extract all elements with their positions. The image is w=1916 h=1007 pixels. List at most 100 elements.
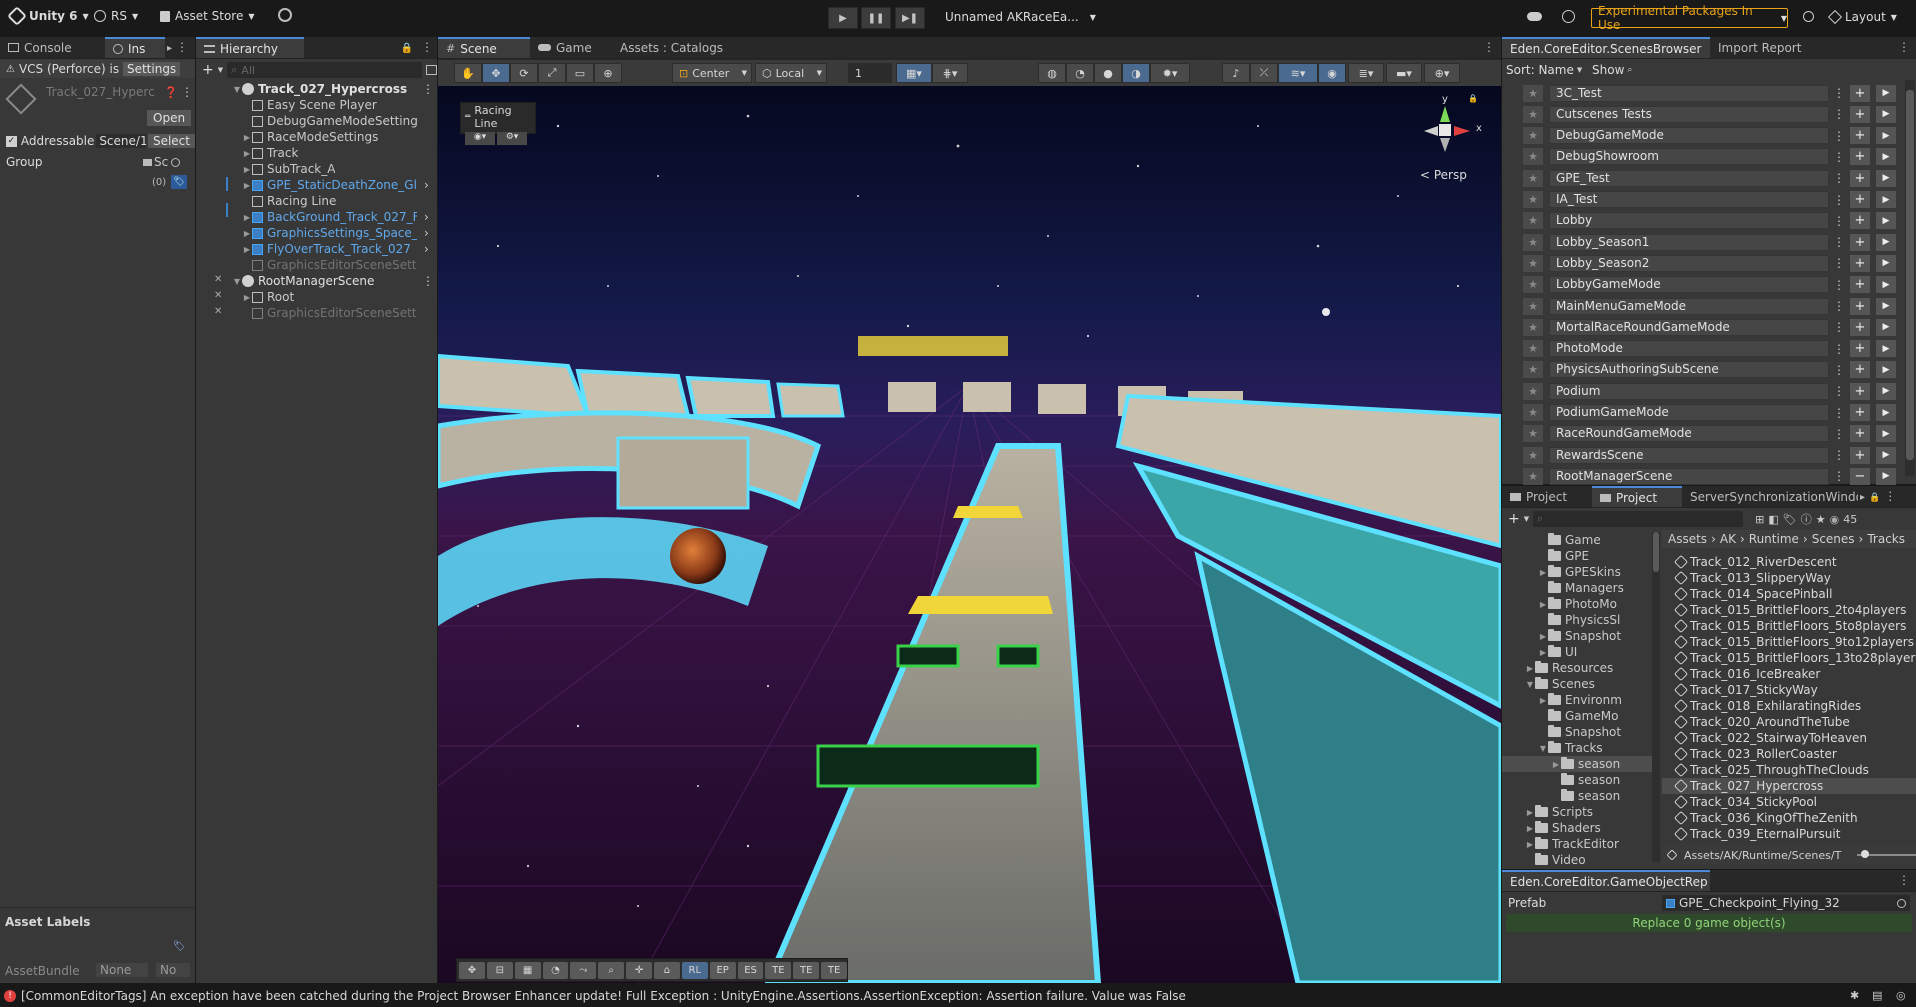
scrollbar-thumb[interactable]: [1906, 90, 1914, 460]
kebab-menu-icon[interactable]: ⋮: [1833, 107, 1845, 121]
addressable-checkbox[interactable]: ✓: [6, 135, 17, 147]
kebab-menu-icon[interactable]: ⋮: [1882, 489, 1898, 507]
warning-filter-icon[interactable]: ⓘ: [1801, 511, 1812, 527]
kebab-menu-icon[interactable]: ⋮: [1833, 129, 1845, 143]
scene-open-button[interactable]: MainMenuGameMode: [1549, 297, 1829, 315]
scene-dropdown[interactable]: Unnamed AKRaceEa... ▼: [945, 10, 1096, 24]
folder-tree-item[interactable]: Managers: [1502, 580, 1654, 596]
asset-list-item[interactable]: Track_022_StairwayToHeaven: [1662, 730, 1916, 746]
hierarchy-search-input[interactable]: ⌕ All: [227, 62, 423, 78]
tab-console[interactable]: Console: [0, 37, 105, 58]
add-scene-icon[interactable]: +: [1850, 254, 1870, 272]
asset-list-item[interactable]: Track_015_BrittleFloors_5to8players: [1662, 618, 1916, 634]
expand-arrow-icon[interactable]: ▶: [1538, 632, 1548, 641]
breadcrumb-item[interactable]: AK: [1720, 532, 1736, 546]
scale-tool[interactable]: ⤢: [538, 63, 566, 83]
folder-tree-item[interactable]: ▶ Snapshot: [1502, 628, 1654, 644]
settings-button[interactable]: Settings: [122, 62, 181, 76]
hierarchy-item[interactable]: ▶ BackGround_Track_027_F ›: [196, 209, 437, 225]
group-field[interactable]: Sc: [143, 154, 181, 170]
hierarchy-item[interactable]: ▶ Track: [196, 145, 437, 161]
play-scene-icon[interactable]: ▶: [1876, 382, 1896, 400]
favorite-star-icon[interactable]: ★: [1523, 105, 1543, 123]
tab-scenes-browser[interactable]: Eden.CoreEditor.ScenesBrowser: [1502, 37, 1710, 58]
scene-open-button[interactable]: PhotoMode: [1549, 340, 1829, 358]
add-scene-icon[interactable]: +: [1850, 148, 1870, 166]
play-scene-icon[interactable]: ▶: [1876, 340, 1896, 358]
expand-arrow-icon[interactable]: ▶: [242, 293, 252, 302]
scene-visibility-icon[interactable]: ✕: [214, 290, 222, 301]
expand-arrow-icon[interactable]: ▶: [242, 149, 252, 158]
folder-tree-item[interactable]: season: [1502, 788, 1654, 804]
expand-arrow-icon[interactable]: ▶: [242, 213, 252, 222]
render-mode-dropdown[interactable]: ✹▾: [1150, 63, 1190, 83]
favorite-star-icon[interactable]: ★: [1523, 297, 1543, 315]
expand-arrow-icon[interactable]: ▶: [1551, 760, 1561, 769]
lighting-toggle[interactable]: ◑: [1122, 63, 1150, 83]
zoom-slider[interactable]: [1856, 850, 1916, 858]
hierarchy-item[interactable]: GraphicsEditorSceneSettin: [196, 257, 437, 273]
scene-open-button[interactable]: DebugShowroom: [1549, 148, 1829, 166]
play-scene-icon[interactable]: ▶: [1876, 127, 1896, 145]
hand-tool[interactable]: ✋: [454, 63, 482, 83]
scene-open-button[interactable]: Lobby_Season1: [1549, 233, 1829, 251]
scene-open-button[interactable]: RewardsScene: [1549, 446, 1829, 464]
scene-open-button[interactable]: LobbyGameMode: [1549, 276, 1829, 294]
hierarchy-item[interactable]: Racing Line: [196, 193, 437, 209]
es-button[interactable]: ES: [737, 961, 764, 979]
kebab-menu-icon[interactable]: ⋮: [1833, 363, 1845, 377]
play-scene-icon[interactable]: ▶: [1876, 297, 1896, 315]
axis-y-cone[interactable]: [1440, 106, 1450, 122]
network-icon[interactable]: ▤: [1872, 989, 1882, 1002]
add-scene-icon[interactable]: +: [1850, 361, 1870, 379]
play-scene-icon[interactable]: ▶: [1876, 169, 1896, 187]
kebab-menu-icon[interactable]: ⋮: [417, 40, 437, 58]
asset-list-item[interactable]: Track_017_StickyWay: [1662, 682, 1916, 698]
more-icon[interactable]: ⋮: [181, 85, 193, 99]
grid-icon[interactable]: ▦: [514, 961, 541, 979]
tag-icon[interactable]: 🏷: [171, 175, 187, 189]
kebab-menu-icon[interactable]: ⋮: [1833, 214, 1845, 228]
add-scene-icon[interactable]: +: [1850, 276, 1870, 294]
favorite-star-icon[interactable]: ★: [1523, 191, 1543, 208]
play-scene-icon[interactable]: ▶: [1876, 148, 1896, 166]
perspective-label[interactable]: < Persp: [1420, 168, 1467, 182]
add-icon[interactable]: +: [1508, 511, 1520, 527]
kebab-menu-icon[interactable]: ⋮: [1833, 299, 1845, 313]
tab-catalogs[interactable]: Assets : Catalogs: [612, 37, 732, 58]
tab-inspector[interactable]: Ins: [105, 37, 165, 58]
kebab-menu-icon[interactable]: ⋮: [174, 40, 190, 58]
move-icon[interactable]: ✥: [459, 961, 485, 979]
tab-game[interactable]: Game: [530, 37, 612, 58]
kebab-menu-icon[interactable]: ⋮: [1833, 235, 1845, 249]
layout-dropdown[interactable]: Layout ▼: [1827, 9, 1897, 25]
kebab-menu-icon[interactable]: ⋮: [1833, 469, 1845, 483]
play-button[interactable]: ▶: [828, 7, 858, 29]
filter-type-icon[interactable]: ◧: [1768, 513, 1778, 526]
folder-tree-item[interactable]: Video: [1502, 852, 1654, 868]
select-button[interactable]: Select: [147, 134, 195, 148]
expand-arrow-icon[interactable]: ▶: [242, 181, 252, 190]
expand-arrow-icon[interactable]: ▼: [232, 277, 242, 286]
folder-tree-item[interactable]: ▶ season: [1502, 756, 1654, 772]
expand-arrow-icon[interactable]: ▶: [242, 165, 252, 174]
gizmos-dropdown[interactable]: ⊕▾: [1424, 63, 1460, 83]
camera-dropdown[interactable]: ▬▾: [1386, 63, 1422, 83]
prefab-field[interactable]: GPE_Checkpoint_Flying_32: [1662, 895, 1910, 911]
ep-button[interactable]: EP: [709, 961, 736, 979]
add-scene-icon[interactable]: +: [1850, 169, 1870, 187]
chevron-right-icon[interactable]: ›: [424, 178, 429, 192]
add-scene-icon[interactable]: +: [1850, 446, 1870, 464]
visibility-dropdown[interactable]: ◉▾: [465, 132, 495, 145]
folder-tree-item[interactable]: Game: [1502, 532, 1654, 548]
scene-open-button[interactable]: MortalRaceRoundGameMode: [1549, 318, 1829, 336]
te-button[interactable]: TE: [765, 961, 792, 979]
add-icon[interactable]: +: [202, 62, 214, 78]
play-scene-icon[interactable]: ▶: [1876, 212, 1896, 230]
hierarchy-item[interactable]: ▶ SubTrack_A: [196, 161, 437, 177]
folder-tree-item[interactable]: ▼ Scenes: [1502, 676, 1654, 692]
kebab-menu-icon[interactable]: ⋮: [1833, 342, 1845, 356]
add-scene-icon[interactable]: +: [1850, 382, 1870, 400]
grid-snap-toggle[interactable]: ▦▾: [896, 63, 932, 83]
account-menu[interactable]: RS ▼: [94, 9, 138, 23]
